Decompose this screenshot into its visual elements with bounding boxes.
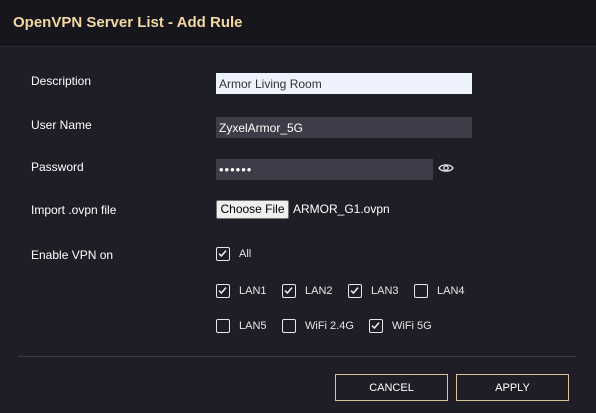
checkbox-wifi-2-4g-label: WiFi 2.4G: [305, 320, 354, 332]
checkmark-icon: [371, 322, 380, 330]
checkbox-all-label: All: [239, 248, 252, 260]
checkbox-wifi-5g-label: WiFi 5G: [392, 320, 432, 332]
checkbox-wifi-2-4g-box[interactable]: [282, 319, 296, 333]
dialog-title: OpenVPN Server List - Add Rule: [13, 14, 243, 31]
password-label: Password: [31, 160, 84, 174]
checkbox-lan5-box[interactable]: [216, 319, 230, 333]
selected-file-name: ARMOR_G1.ovpn: [293, 202, 390, 216]
add-rule-dialog: OpenVPN Server List - Add Rule Descripti…: [0, 0, 596, 413]
checkbox-lan2-label: LAN2: [305, 285, 333, 297]
description-input[interactable]: [216, 73, 472, 94]
choose-file-button[interactable]: Choose File: [216, 200, 289, 219]
checkbox-lan5-label: LAN5: [239, 320, 267, 332]
checkbox-lan3[interactable]: LAN3: [348, 283, 399, 299]
description-label: Description: [31, 74, 92, 88]
apply-button[interactable]: APPLY: [456, 374, 569, 401]
checkbox-lan1-box[interactable]: [216, 284, 230, 298]
checkbox-lan1[interactable]: LAN1: [216, 283, 267, 299]
checkbox-lan1-label: LAN1: [239, 285, 267, 297]
import-file-label: Import .ovpn file: [31, 203, 117, 217]
checkbox-lan5[interactable]: LAN5: [216, 318, 267, 334]
checkbox-lan4[interactable]: LAN4: [414, 283, 465, 299]
checkbox-wifi-2-4g[interactable]: WiFi 2.4G: [282, 318, 354, 334]
dialog-title-bar: OpenVPN Server List - Add Rule: [0, 0, 596, 47]
checkmark-icon: [218, 287, 227, 295]
username-input[interactable]: [216, 117, 472, 138]
checkmark-icon: [218, 250, 227, 258]
checkbox-all-box[interactable]: [216, 247, 230, 261]
checkbox-wifi-5g-box[interactable]: [369, 319, 383, 333]
checkbox-lan4-box[interactable]: [414, 284, 428, 298]
enable-vpn-label: Enable VPN on: [31, 248, 114, 262]
checkbox-lan2[interactable]: LAN2: [282, 283, 333, 299]
checkbox-lan4-label: LAN4: [437, 285, 465, 297]
checkmark-icon: [284, 287, 293, 295]
username-label: User Name: [31, 118, 92, 132]
checkbox-lan3-label: LAN3: [371, 285, 399, 297]
checkbox-lan2-box[interactable]: [282, 284, 296, 298]
checkmark-icon: [350, 287, 359, 295]
password-input[interactable]: [216, 159, 433, 180]
checkbox-lan3-box[interactable]: [348, 284, 362, 298]
checkbox-all[interactable]: All: [216, 246, 251, 262]
footer-divider: [18, 356, 576, 357]
cancel-button[interactable]: CANCEL: [335, 374, 448, 401]
checkbox-wifi-5g[interactable]: WiFi 5G: [369, 318, 432, 334]
eye-icon[interactable]: [438, 161, 454, 173]
